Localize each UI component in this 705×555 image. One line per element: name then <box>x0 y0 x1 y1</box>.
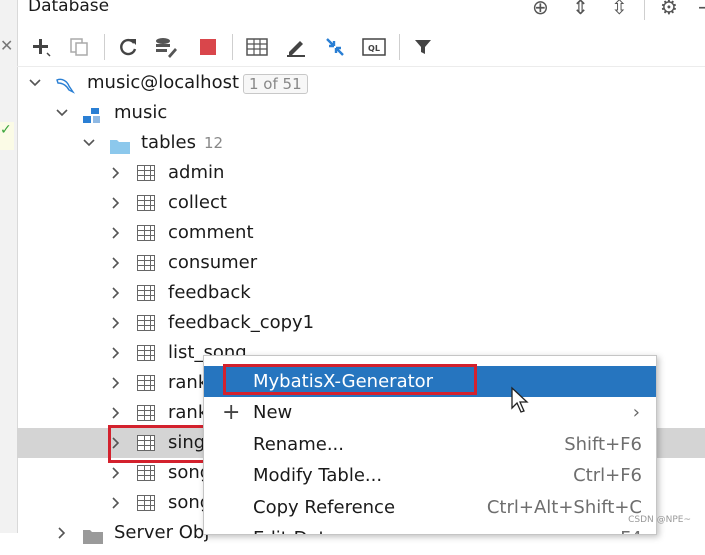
chevron-right-icon[interactable] <box>109 188 123 218</box>
table-name: collect <box>168 192 227 213</box>
close-icon[interactable]: ✕ <box>0 36 13 55</box>
menu-item-rename[interactable]: Rename... Shift+F6 <box>204 429 656 460</box>
toolbar-separator <box>399 34 400 60</box>
table-name: admin <box>168 162 225 183</box>
folder-icon <box>109 135 130 154</box>
toolbar-separator <box>104 34 105 60</box>
chevron-right-icon[interactable] <box>109 248 123 278</box>
menu-item-copy-reference[interactable]: Copy Reference Ctrl+Alt+Shift+C <box>204 492 656 523</box>
table-row[interactable]: comment <box>17 218 705 248</box>
annotation-box-mybatisx <box>223 364 477 395</box>
table-icon <box>137 225 155 241</box>
data-source-properties-icon[interactable] <box>153 34 179 60</box>
query-console-icon[interactable]: QL <box>361 34 387 60</box>
plus-icon: + <box>222 400 241 425</box>
chevron-right-icon[interactable] <box>109 398 123 428</box>
table-icon <box>137 255 155 271</box>
panel-header: Database ⊕ ⇕ ⇳ ⚙ − <box>17 0 705 20</box>
header-separator <box>644 0 645 20</box>
panel-title: Database <box>28 0 110 16</box>
table-icon <box>137 165 155 181</box>
table-view-icon[interactable] <box>244 34 270 60</box>
tree-item-tables-folder[interactable]: tables 12 <box>17 128 705 158</box>
table-name: feedback <box>168 282 251 303</box>
toolbar-separator <box>232 34 233 60</box>
gear-icon[interactable]: ⚙ <box>660 0 678 19</box>
menu-item-modify-table[interactable]: Modify Table... Ctrl+F6 <box>204 460 656 491</box>
menu-item-new[interactable]: + New › <box>204 397 656 428</box>
tables-folder-label: tables <box>141 132 196 153</box>
tree-item-connection[interactable]: music@localhost 1 of 51 <box>17 68 705 98</box>
table-row[interactable]: admin <box>17 158 705 188</box>
chevron-right-icon[interactable] <box>55 518 69 548</box>
chevron-right-icon[interactable] <box>109 308 123 338</box>
table-name: consumer <box>168 252 258 273</box>
chevron-down-icon[interactable] <box>28 68 42 98</box>
chevron-down-icon[interactable] <box>55 98 69 128</box>
chevron-right-icon[interactable] <box>109 338 123 368</box>
filter-icon[interactable] <box>410 34 436 60</box>
table-icon <box>137 405 155 421</box>
chevron-right-icon[interactable] <box>109 158 123 188</box>
connection-label: music@localhost <box>87 72 240 93</box>
left-panel-strip: ✕ ✓ <box>0 0 18 533</box>
table-icon <box>137 315 155 331</box>
svg-text:QL: QL <box>368 44 380 53</box>
chevron-right-icon[interactable] <box>109 368 123 398</box>
table-icon: ▦ <box>222 529 235 534</box>
target-icon[interactable]: ⊕ <box>532 0 549 19</box>
table-icon <box>137 495 155 511</box>
add-icon[interactable] <box>28 34 54 60</box>
table-icon <box>137 285 155 301</box>
schema-label: music <box>114 102 168 123</box>
tables-count: 12 <box>203 134 224 152</box>
toolbar: QL <box>17 30 705 67</box>
refresh-icon[interactable] <box>115 34 141 60</box>
mysql-dolphin-icon <box>55 75 76 94</box>
expand-all-icon[interactable]: ⇕ <box>572 0 589 19</box>
watermark: CSDN @NPE~ <box>628 515 691 525</box>
table-icon <box>137 345 155 361</box>
schema-icon <box>82 105 100 123</box>
edit-icon[interactable] <box>283 34 309 60</box>
check-icon: ✓ <box>0 122 14 150</box>
chevron-right-icon[interactable] <box>109 218 123 248</box>
collapse-all-icon[interactable]: ⇳ <box>611 0 628 19</box>
folder-icon <box>82 525 103 544</box>
minimize-icon[interactable]: − <box>697 0 705 19</box>
table-row[interactable]: collect <box>17 188 705 218</box>
table-name: feedback_copy1 <box>168 312 315 333</box>
table-row[interactable]: feedback <box>17 278 705 308</box>
table-row[interactable]: feedback_copy1 <box>17 308 705 338</box>
duplicate-icon[interactable] <box>66 34 92 60</box>
server-objects-label: Server Obj <box>114 522 210 543</box>
chevron-right-icon[interactable] <box>109 488 123 518</box>
mouse-cursor-icon <box>511 386 529 413</box>
chevron-right-icon: › <box>632 402 640 423</box>
table-icon <box>137 195 155 211</box>
table-row[interactable]: consumer <box>17 248 705 278</box>
table-name: comment <box>168 222 254 243</box>
chevron-down-icon[interactable] <box>82 128 96 158</box>
table-icon <box>137 375 155 391</box>
chevron-right-icon[interactable] <box>109 278 123 308</box>
tree-item-schema[interactable]: music <box>17 98 705 128</box>
stop-icon[interactable] <box>195 34 221 60</box>
schema-count-badge[interactable]: 1 of 51 <box>243 74 308 94</box>
jump-to-icon[interactable] <box>322 34 348 60</box>
menu-item-edit-data[interactable]: ▦ Edit Data F4 <box>204 523 656 534</box>
table-icon <box>137 465 155 481</box>
annotation-box-selected-table <box>108 425 210 463</box>
